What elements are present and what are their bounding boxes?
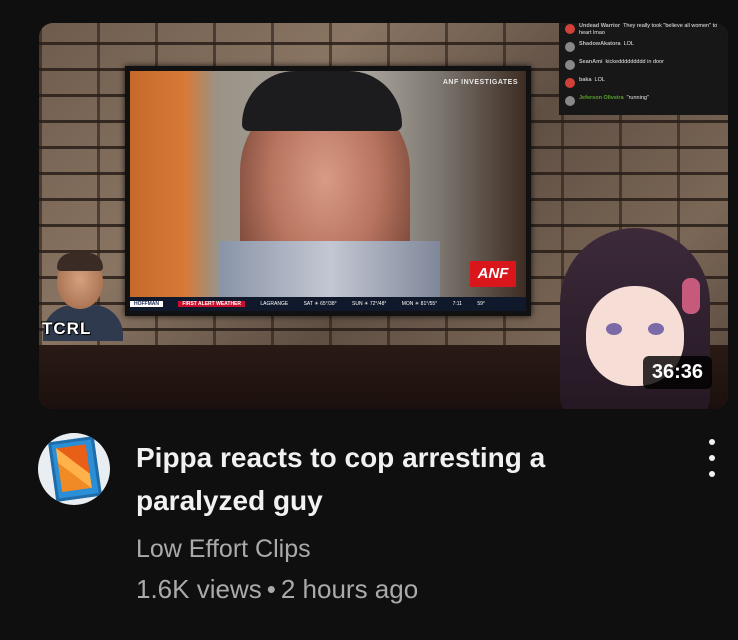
metadata-separator: • [266,574,276,604]
chat-message: Jeferson Oliveira "running" [559,95,728,113]
view-count: 1.6K views [136,574,262,604]
chat-avatar [565,60,575,70]
video-title[interactable]: Pippa reacts to cop arresting a paralyze… [136,436,656,522]
thumbnail-logo-text: TCRL [42,319,92,338]
ticker-item: 59° [477,301,485,307]
vtuber-left-eye [606,323,622,335]
video-thumbnail[interactable]: ANF INVESTIGATES ANF HOFFMAN FIRST ALERT… [39,23,728,409]
tv-header-text: ANF INVESTIGATES [442,79,518,86]
video-duration-badge: 36:36 [642,356,712,389]
webcam-hair [57,253,103,271]
menu-dot [709,439,715,445]
ticker-item: MON ☀ 81°/55° [401,301,438,307]
chat-username: Jeferson Oliveira [579,95,624,101]
menu-dot [709,471,715,477]
chat-username: SeanAmi [579,59,603,65]
chat-text: "running" [626,95,649,101]
ticker-item: FIRST ALERT WEATHER [178,301,245,307]
chat-message: Undead Warrior They really took "believe … [559,23,728,41]
chat-message: SeanAmi kickeddddddddd in door [559,59,728,77]
menu-dot [709,455,715,461]
news-person-cap [242,71,402,131]
chat-avatar [565,42,575,52]
ticker-item: SAT ☀ 65°/38° [303,301,337,307]
tv-screen: ANF INVESTIGATES ANF HOFFMAN FIRST ALERT… [130,71,526,311]
video-metadata: 1.6K views • 2 hours ago [136,574,418,605]
chat-avatar [565,24,575,34]
vtuber-ear [682,278,700,314]
chat-text: LOL [594,77,605,83]
channel-avatar[interactable] [38,433,110,505]
chat-avatar [565,96,575,106]
chat-username: baka [579,77,592,83]
chat-username: ShadowAkatora [579,41,621,47]
tv-frame: ANF INVESTIGATES ANF HOFFMAN FIRST ALERT… [125,66,531,316]
upload-age: 2 hours ago [280,574,419,604]
film-strip-icon [48,436,102,502]
channel-name[interactable]: Low Effort Clips [136,535,311,564]
vtuber-right-eye [648,323,664,335]
chat-message: baka LOL [559,77,728,95]
ticker-item: SUN ☀ 72°/48° [352,301,387,307]
news-ticker: HOFFMAN FIRST ALERT WEATHER LAGRANGE SAT… [130,297,526,311]
live-chat-overlay: Undead Warrior They really took "believe … [559,23,728,115]
chat-text: kickeddddddddd in door [605,59,664,65]
chat-avatar [565,78,575,88]
ticker-item: LAGRANGE [260,301,289,307]
ticker-item: 7:11 [452,301,462,307]
tv-news-badge: ANF [470,261,516,287]
ticker-item: HOFFMAN [130,301,163,307]
chat-text: LOL [623,41,634,47]
chat-username: Undead Warrior [579,23,621,29]
chat-message: ShadowAkatora LOL [559,41,728,59]
more-vert-icon[interactable] [698,439,726,477]
